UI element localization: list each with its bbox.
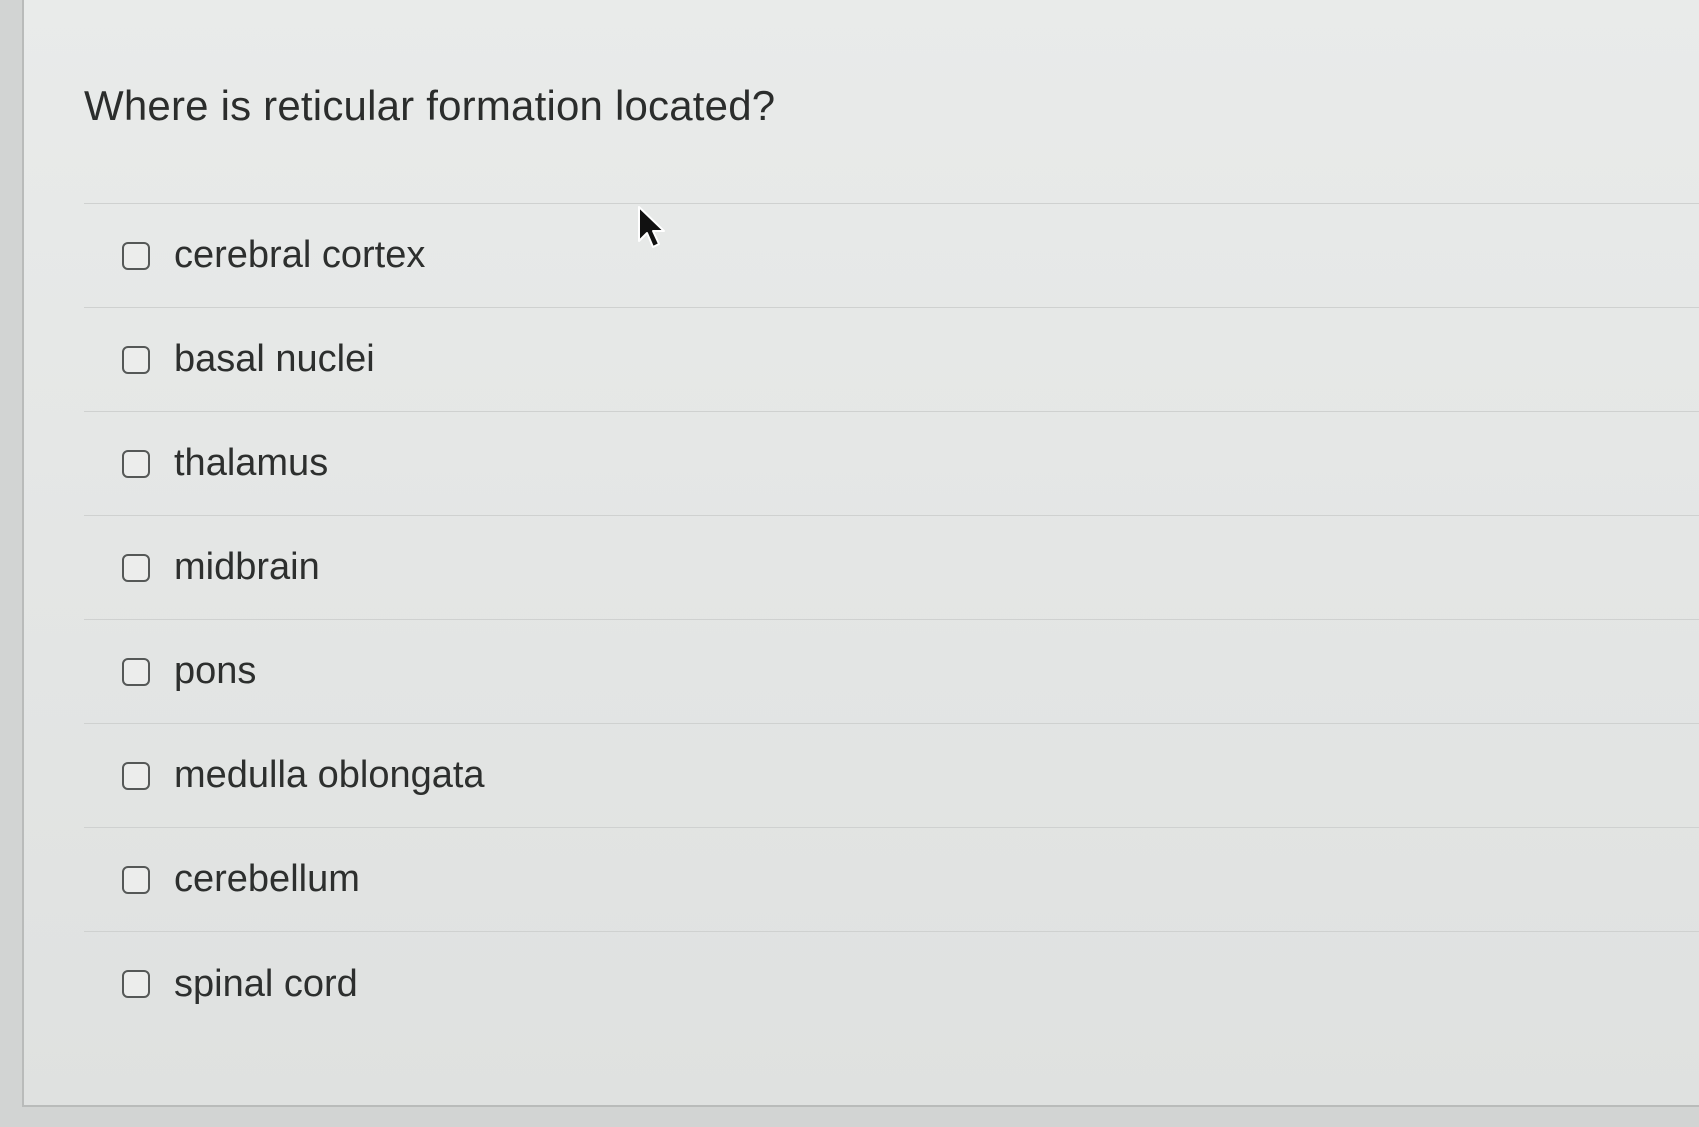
answer-options-list: cerebral cortex basal nuclei thalamus mi… (84, 203, 1699, 1036)
option-label: pons (174, 650, 257, 692)
answer-option-basal-nuclei[interactable]: basal nuclei (84, 308, 1699, 412)
option-label: midbrain (174, 546, 320, 588)
checkbox-pons[interactable] (122, 657, 150, 686)
checkbox-cerebellum[interactable] (122, 865, 150, 894)
answer-option-pons[interactable]: pons (84, 620, 1699, 724)
answer-option-cerebral-cortex[interactable]: cerebral cortex (84, 204, 1699, 308)
answer-option-thalamus[interactable]: thalamus (84, 412, 1699, 516)
option-label: basal nuclei (174, 338, 375, 380)
arrow-pointer-icon (638, 206, 665, 248)
question-text: Where is reticular formation located? (84, 82, 776, 129)
checkbox-midbrain[interactable] (122, 553, 150, 582)
answer-option-midbrain[interactable]: midbrain (84, 516, 1699, 620)
answer-option-spinal-cord[interactable]: spinal cord (84, 932, 1699, 1036)
question-card: Where is reticular formation located? ce… (22, 0, 1699, 1107)
answer-option-cerebellum[interactable]: cerebellum (84, 828, 1699, 932)
answer-option-medulla-oblongata[interactable]: medulla oblongata (84, 724, 1699, 828)
option-label: cerebellum (174, 858, 360, 900)
checkbox-thalamus[interactable] (122, 449, 150, 478)
option-label: spinal cord (174, 962, 358, 1005)
option-label: thalamus (174, 442, 329, 484)
checkbox-spinal-cord[interactable] (122, 970, 150, 998)
checkbox-basal-nuclei[interactable] (122, 345, 150, 374)
option-label: medulla oblongata (174, 754, 485, 796)
checkbox-cerebral-cortex[interactable] (122, 241, 150, 270)
option-label: cerebral cortex (174, 234, 426, 276)
checkbox-medulla-oblongata[interactable] (122, 761, 150, 790)
